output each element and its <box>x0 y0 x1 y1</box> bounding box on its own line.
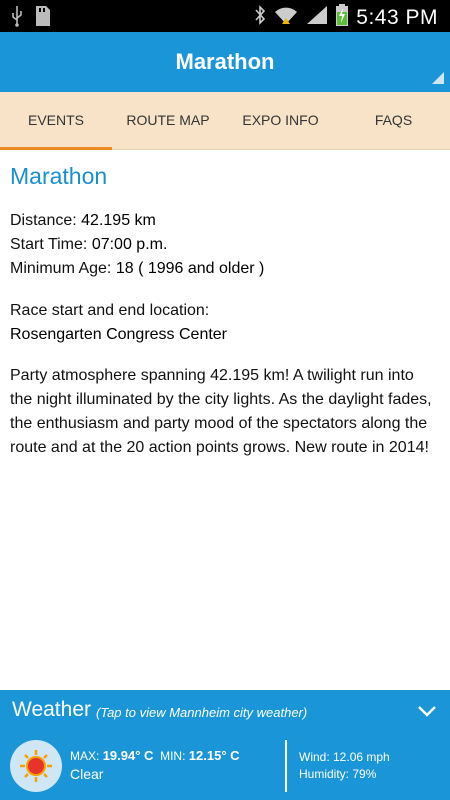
overflow-menu-icon[interactable] <box>432 72 444 84</box>
tab-expo-info[interactable]: EXPO INFO <box>224 92 337 150</box>
minimum-age-label: Minimum Age: <box>10 260 112 277</box>
status-bar: 5:43 PM <box>0 0 450 32</box>
humidity: Humidity: 79% <box>299 767 377 781</box>
sd-card-icon <box>34 5 52 32</box>
tab-events[interactable]: EVENTS <box>0 92 112 150</box>
minimum-age-value: 18 ( 1996 and older ) <box>115 260 265 277</box>
weather-header[interactable]: Weather (Tap to view Mannheim city weath… <box>0 690 450 734</box>
location-label: Race start and end location: <box>10 302 210 319</box>
min-value: 12.15° C <box>188 748 240 763</box>
location-value: Rosengarten Congress Center <box>10 323 227 347</box>
bluetooth-icon <box>254 5 266 30</box>
start-time-label: Start Time: <box>10 236 88 253</box>
usb-icon <box>10 5 24 32</box>
event-description: Party atmosphere spanning 42.195 km! A t… <box>10 367 432 456</box>
signal-icon <box>306 5 328 30</box>
event-title: Marathon <box>10 163 108 189</box>
location-name: Rosengarten Congress Center <box>10 326 228 343</box>
min-label: MIN: <box>160 749 186 763</box>
weather-panel[interactable]: MAX: 19.94° C MIN: 12.15° C Clear Wind: … <box>0 734 450 800</box>
weather-condition: Clear <box>70 766 104 782</box>
max-label: MAX: <box>70 749 100 763</box>
distance-row: Distance: 42.195 km <box>10 209 156 233</box>
wind-speed: Wind: 12.06 mph <box>299 750 390 764</box>
minimum-age-row: Minimum Age: 18 ( 1996 and older ) <box>10 257 264 281</box>
wifi-icon <box>274 5 298 30</box>
distance-label: Distance: <box>10 212 77 229</box>
tab-route-map[interactable]: ROUTE MAP <box>112 92 224 150</box>
distance-value: 42.195 km <box>81 212 156 229</box>
tab-bar: EVENTS ROUTE MAP EXPO INFO FAQS <box>0 92 450 150</box>
status-time: 5:43 PM <box>356 5 438 29</box>
app-bar: Marathon <box>0 32 450 92</box>
start-time-value: 07:00 p.m. <box>91 236 168 253</box>
sun-icon <box>10 740 62 792</box>
tab-faqs[interactable]: FAQS <box>337 92 450 150</box>
weather-title: Weather <box>12 698 91 721</box>
temperature-range: MAX: 19.94° C MIN: 12.15° C <box>70 748 240 763</box>
weather-divider <box>285 740 287 792</box>
max-value: 19.94° C <box>102 748 154 763</box>
weather-hint: (Tap to view Mannheim city weather) <box>96 705 308 720</box>
chevron-down-icon[interactable] <box>416 700 438 722</box>
app-title: Marathon <box>175 49 275 74</box>
battery-charging-icon <box>336 4 349 31</box>
start-time-row: Start Time: 07:00 p.m. <box>10 233 167 257</box>
